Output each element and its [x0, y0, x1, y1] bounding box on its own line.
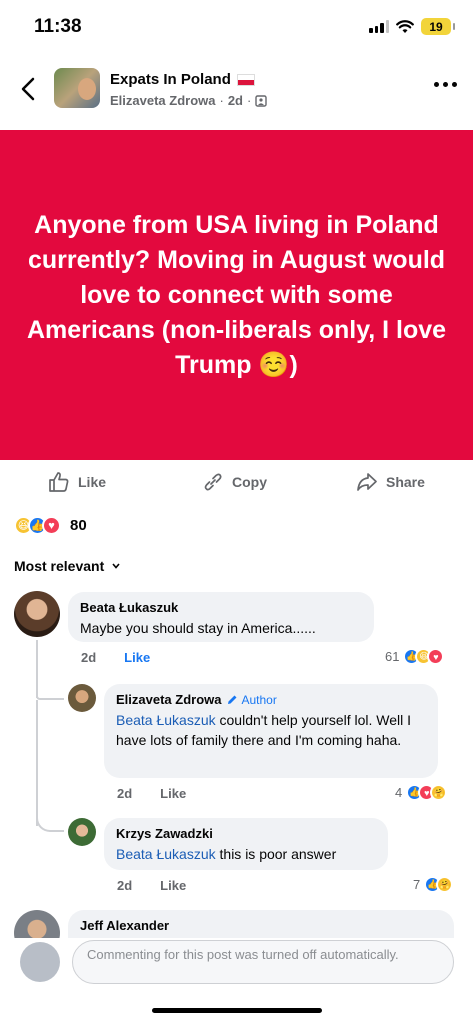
comment-reaction-count: 4: [395, 785, 403, 800]
reactions-summary[interactable]: 😆 👍 ♥ 80: [14, 516, 87, 535]
comment-meta: 2d Like: [81, 650, 150, 665]
share-label: Share: [386, 474, 425, 490]
commenter-name[interactable]: Jeff Alexander: [80, 918, 442, 933]
post-author[interactable]: Elizaveta Zdrowa: [110, 93, 215, 108]
comment-reactions[interactable]: 7 👍 🤗: [413, 876, 454, 893]
signal-icon: [369, 20, 389, 33]
commenter-name[interactable]: Elizaveta Zdrowa: [116, 692, 221, 707]
commenter-name-row: Elizaveta Zdrowa Author: [116, 692, 426, 707]
battery-icon: 19: [421, 18, 455, 35]
wifi-icon: [396, 19, 414, 33]
commenter-name[interactable]: Beata Łukaszuk: [80, 600, 362, 615]
love-reaction-icon: ♥: [427, 648, 445, 665]
comment-input-disabled: Commenting for this post was turned off …: [72, 940, 454, 984]
comment-reactions[interactable]: 61 👍 😆 ♥: [385, 648, 445, 665]
share-button[interactable]: Share: [356, 471, 425, 493]
comment-bubble: Beata Łukaszuk Maybe you should stay in …: [68, 592, 374, 642]
status-bar: 11:38 19: [0, 0, 473, 52]
mention-link[interactable]: Beata Łukaszuk: [116, 712, 216, 728]
status-time: 11:38: [34, 16, 82, 37]
comment-like-button[interactable]: Like: [124, 650, 150, 665]
user-avatar: [20, 942, 60, 982]
status-icons: 19: [369, 18, 455, 35]
like-label: Like: [78, 474, 107, 490]
comment-age: 2d: [81, 650, 97, 665]
comment-bubble: Krzys Zawadzki Beata Łukaszuk this is po…: [104, 818, 388, 870]
commenter-avatar[interactable]: [68, 684, 96, 712]
care-reaction-icon: 🤗: [430, 784, 448, 801]
comment-bubble: Elizaveta Zdrowa Author Beata Łukaszuk c…: [104, 684, 438, 778]
comment-like-button[interactable]: Like: [160, 786, 186, 801]
comment-reaction-count: 7: [413, 877, 421, 892]
like-button[interactable]: Like: [48, 471, 106, 493]
post-actions: Like Copy Share: [0, 465, 473, 501]
love-reaction-icon: ♥: [42, 516, 61, 535]
comment-sort-dropdown[interactable]: Most relevant: [14, 558, 120, 574]
chevron-down-icon: [112, 563, 120, 569]
comment-age: 2d: [117, 878, 133, 893]
thread-connector: [36, 696, 64, 700]
post-header: Expats In Poland Elizaveta Zdrowa · 2d ·: [0, 60, 473, 120]
commenter-avatar[interactable]: [68, 818, 96, 846]
copy-label: Copy: [232, 474, 267, 490]
reaction-count: 80: [70, 517, 87, 534]
commenter-avatar[interactable]: [14, 591, 60, 637]
back-button[interactable]: [14, 72, 42, 106]
members-privacy-icon: [255, 94, 268, 107]
comment-meta: 2d Like: [117, 786, 186, 801]
group-title[interactable]: Expats In Poland: [110, 71, 255, 88]
group-avatar[interactable]: [54, 68, 100, 108]
care-reaction-icon: 🤗: [436, 876, 454, 893]
group-name: Expats In Poland: [110, 71, 231, 88]
comment-text: Maybe you should stay in America......: [80, 620, 316, 636]
thread-line: [36, 700, 38, 826]
post-text: Anyone from USA living in Poland current…: [26, 210, 447, 379]
share-icon: [357, 473, 377, 491]
commenter-name[interactable]: Krzys Zawadzki: [116, 826, 376, 841]
comment-composer: Commenting for this post was turned off …: [0, 938, 473, 994]
comment-meta: 2d Like: [117, 878, 186, 893]
author-badge: Author: [227, 693, 277, 707]
chevron-left-icon: [21, 77, 35, 101]
thumbs-up-icon: [49, 472, 69, 492]
copy-button[interactable]: Copy: [202, 471, 267, 493]
mention-link[interactable]: Beata Łukaszuk: [116, 846, 216, 862]
comment-like-button[interactable]: Like: [160, 878, 186, 893]
post-age: 2d: [227, 93, 243, 108]
home-indicator[interactable]: [152, 1008, 322, 1013]
more-options-button[interactable]: [434, 82, 457, 87]
sort-label: Most relevant: [14, 558, 105, 574]
link-icon: [204, 473, 222, 491]
pencil-icon: [228, 695, 237, 704]
comment-bubble: Jeff Alexander: [68, 910, 454, 940]
comment-text: Beata Łukaszuk couldn't help yourself lo…: [116, 712, 412, 748]
thread-connector: [36, 812, 64, 832]
comment-reaction-count: 61: [385, 649, 400, 664]
post-content: Anyone from USA living in Poland current…: [0, 130, 473, 460]
comment-reactions[interactable]: 4 👍 ♥ 🤗: [395, 784, 448, 801]
post-meta: Elizaveta Zdrowa · 2d ·: [110, 93, 268, 108]
poland-flag-icon: [236, 73, 255, 86]
thread-line: [36, 640, 38, 698]
comment-age: 2d: [117, 786, 133, 801]
comment-text: Beata Łukaszuk this is poor answer: [116, 846, 337, 862]
